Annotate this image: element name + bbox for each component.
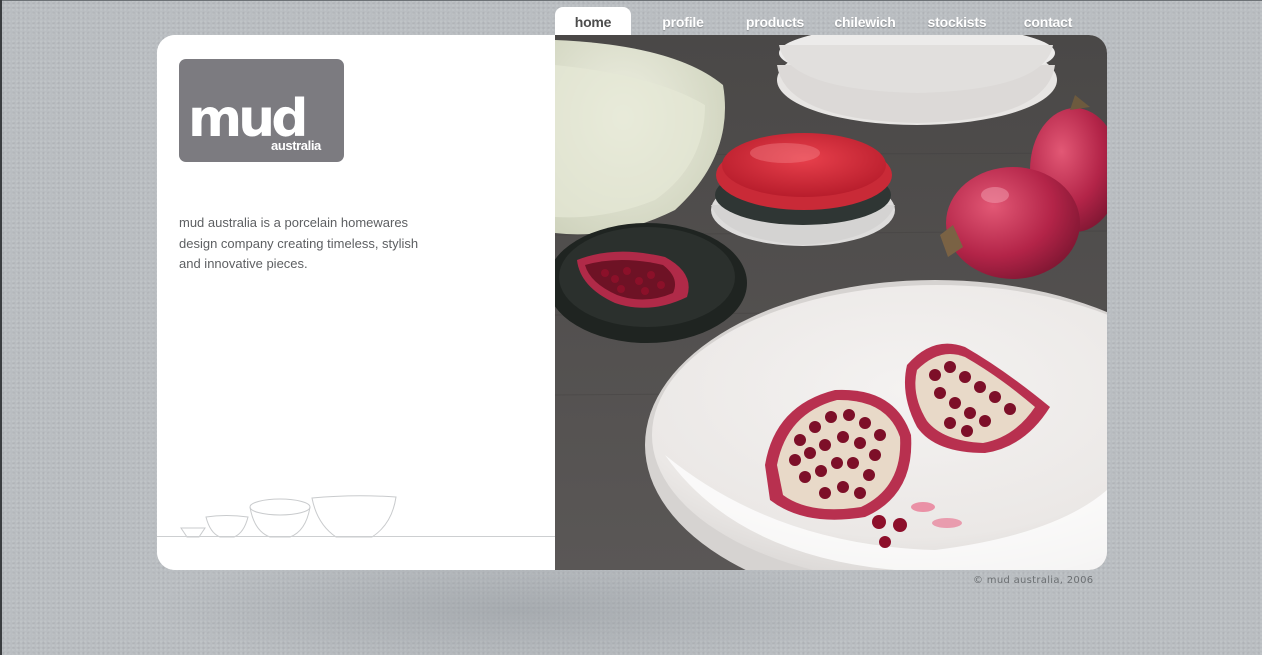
logo-subtitle: australia (271, 138, 321, 153)
hero-photo-pomegranate-bowls (555, 35, 1107, 570)
nav-chilewich[interactable]: chilewich (827, 7, 903, 35)
nav-profile[interactable]: profile (647, 7, 719, 35)
nav-products[interactable]: products (735, 7, 815, 35)
window-left-edge (0, 0, 2, 655)
mud-australia-logo[interactable]: mud TM australia (179, 59, 344, 162)
nav-stockists[interactable]: stockists (919, 7, 995, 35)
intro-text: mud australia is a porcelain homewares d… (179, 215, 419, 271)
intro-panel: mud TM australia mud australia is a porc… (157, 35, 555, 570)
nav-contact[interactable]: contact (1011, 7, 1085, 35)
nav-home[interactable]: home (555, 7, 631, 35)
content-card: mud TM australia mud australia is a porc… (157, 35, 1107, 570)
logo-trademark: TM (274, 117, 282, 123)
copyright-notice: © mud australia, 2006 (973, 575, 1094, 586)
panel-baseline (157, 536, 555, 537)
window-top-edge (0, 0, 1262, 1)
bowls-line-illustration (180, 495, 397, 538)
